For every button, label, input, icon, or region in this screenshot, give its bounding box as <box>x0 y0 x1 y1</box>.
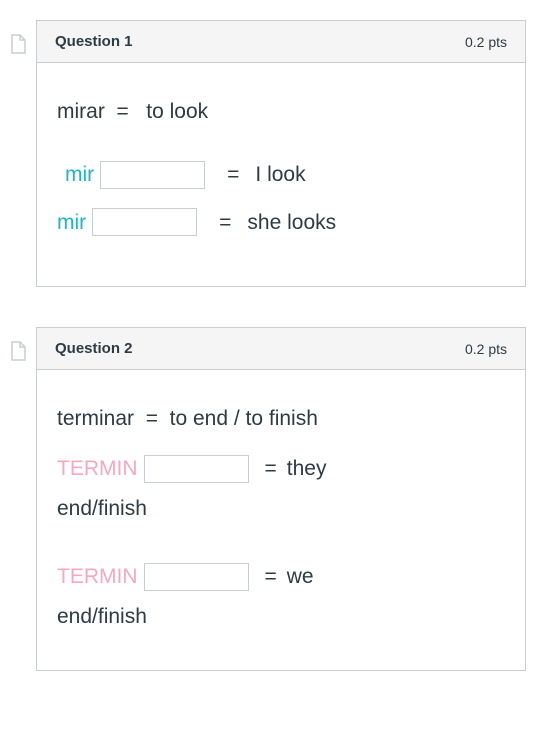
answer-meaning-a: they <box>287 450 327 488</box>
question-header: Question 2 0.2 pts <box>37 328 525 370</box>
page-icon <box>10 341 28 361</box>
prompt-eq: = <box>117 100 129 123</box>
answer-meaning-b: end/finish <box>57 490 505 528</box>
verb-stem: mir <box>65 156 94 194</box>
verb-stem: TERMIN <box>57 558 138 596</box>
question-1: Question 1 0.2 pts mirar = to look mir =… <box>10 20 526 287</box>
answer-row: TERMIN = they <box>57 450 505 488</box>
prompt-line: terminar = to end / to finish <box>57 400 505 438</box>
answer-input[interactable] <box>144 455 249 483</box>
question-body: terminar = to end / to finish TERMIN = t… <box>37 370 525 670</box>
answer-row: mir = I look <box>57 156 505 194</box>
answer-input[interactable] <box>144 563 249 591</box>
question-card: Question 1 0.2 pts mirar = to look mir =… <box>36 20 526 287</box>
prompt-line: mirar = to look <box>57 93 505 131</box>
verb-stem: TERMIN <box>57 450 138 488</box>
equals-sign: = <box>219 204 231 242</box>
answer-input[interactable] <box>100 161 205 189</box>
question-title: Question 2 <box>55 340 133 357</box>
answer-block: TERMIN = we end/finish <box>57 558 505 636</box>
verb-stem: mir <box>57 204 86 242</box>
prompt-translation: to end / to finish <box>170 407 318 430</box>
answer-block: TERMIN = they end/finish <box>57 450 505 528</box>
equals-sign: = <box>265 450 277 488</box>
answer-input[interactable] <box>92 208 197 236</box>
answer-row: mir = she looks <box>57 204 505 242</box>
question-2: Question 2 0.2 pts terminar = to end / t… <box>10 327 526 671</box>
question-card: Question 2 0.2 pts terminar = to end / t… <box>36 327 526 671</box>
prompt-eq: = <box>146 407 158 430</box>
question-points: 0.2 pts <box>465 341 507 357</box>
answer-meaning: she looks <box>247 204 336 242</box>
prompt-word: mirar <box>57 100 105 123</box>
prompt-translation: to look <box>146 100 208 123</box>
answer-meaning-b: end/finish <box>57 598 505 636</box>
question-title: Question 1 <box>55 33 133 50</box>
question-header: Question 1 0.2 pts <box>37 21 525 63</box>
equals-sign: = <box>265 558 277 596</box>
prompt-word: terminar <box>57 407 134 430</box>
question-points: 0.2 pts <box>465 34 507 50</box>
question-body: mirar = to look mir = I look mir = she l… <box>37 63 525 286</box>
answer-meaning-a: we <box>287 558 314 596</box>
answer-meaning: I look <box>255 156 305 194</box>
equals-sign: = <box>227 156 239 194</box>
page-icon <box>10 34 28 54</box>
answer-row: TERMIN = we <box>57 558 505 596</box>
